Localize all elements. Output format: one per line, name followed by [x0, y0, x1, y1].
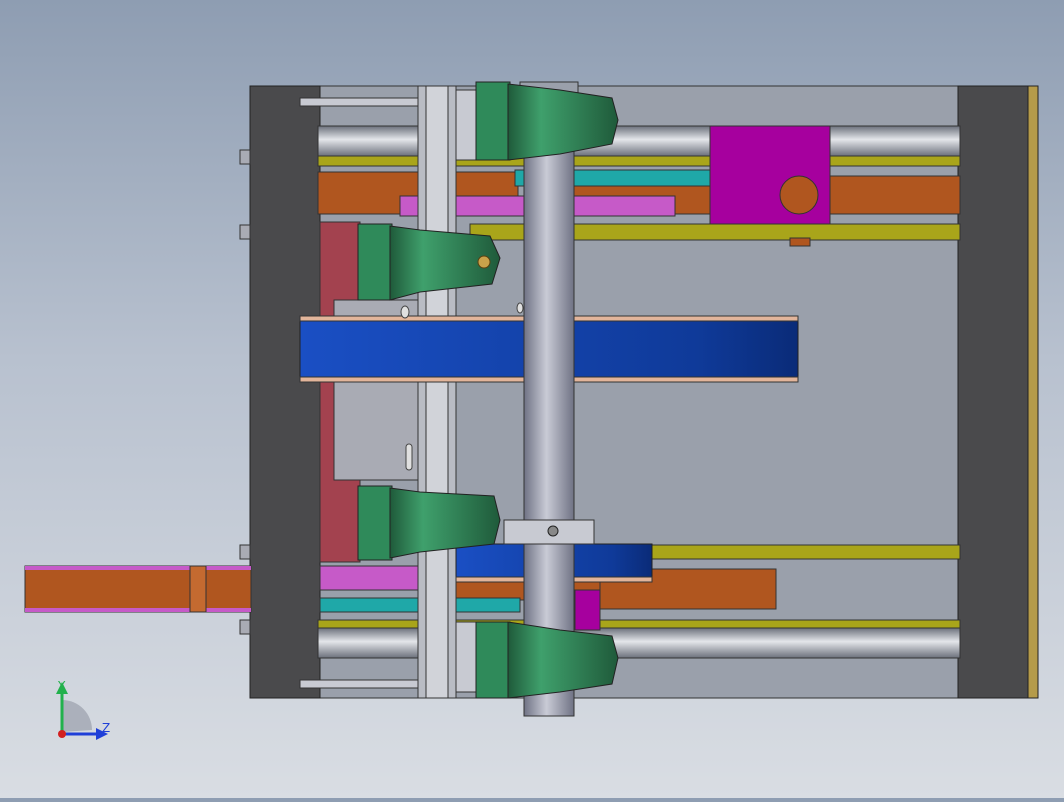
bolt-head-1 [400, 305, 410, 319]
olive-bar-1 [317, 155, 961, 167]
copper-bar-bottom-left [24, 565, 252, 613]
bottom-guide-rod [317, 627, 961, 659]
left-end-plate [249, 85, 321, 699]
bottom-pin [299, 679, 426, 689]
clamp-bottom-base [475, 621, 511, 699]
olive-bar-4 [317, 619, 961, 629]
magenta-block-bottom [574, 589, 601, 631]
x-axis-point [58, 730, 66, 738]
olive-bar-3 [649, 544, 961, 560]
cad-viewport[interactable]: Y Z [0, 0, 1064, 798]
y-axis-label: Y [57, 679, 66, 693]
left-tab-4 [239, 619, 251, 635]
vertical-plate-right-b [455, 621, 479, 693]
grease-nipple [477, 255, 491, 269]
vertical-plate-right [455, 89, 479, 161]
copper-bar-bottom-left-joint [189, 565, 207, 613]
bolt-head-2 [516, 302, 524, 314]
top-guide-rod [317, 125, 961, 157]
vertical-plate-inner [425, 85, 449, 699]
clamp-mid-upper-base [357, 223, 393, 301]
left-tab-2 [239, 224, 251, 240]
clamp-mid-lower-base [357, 485, 393, 561]
right-edge-strip [1027, 85, 1039, 699]
copper-bar-bottom-left-edge [25, 566, 251, 570]
slot [405, 443, 413, 471]
top-pin [299, 97, 426, 107]
clamp-top-base [475, 81, 511, 161]
left-tab-1 [239, 149, 251, 165]
z-axis-label: Z [102, 721, 110, 735]
copper-bar-bottom-left-edge2 [25, 608, 251, 612]
coordinate-triad: Y Z [56, 679, 110, 740]
collar-screw [547, 525, 559, 537]
left-tab-3 [239, 544, 251, 560]
small-copper-tab [789, 237, 811, 247]
assembly-drawing [24, 81, 1039, 717]
right-end-plate [957, 85, 1031, 699]
pink-bar-bottom [319, 565, 431, 591]
magenta-block-bore [779, 175, 819, 215]
